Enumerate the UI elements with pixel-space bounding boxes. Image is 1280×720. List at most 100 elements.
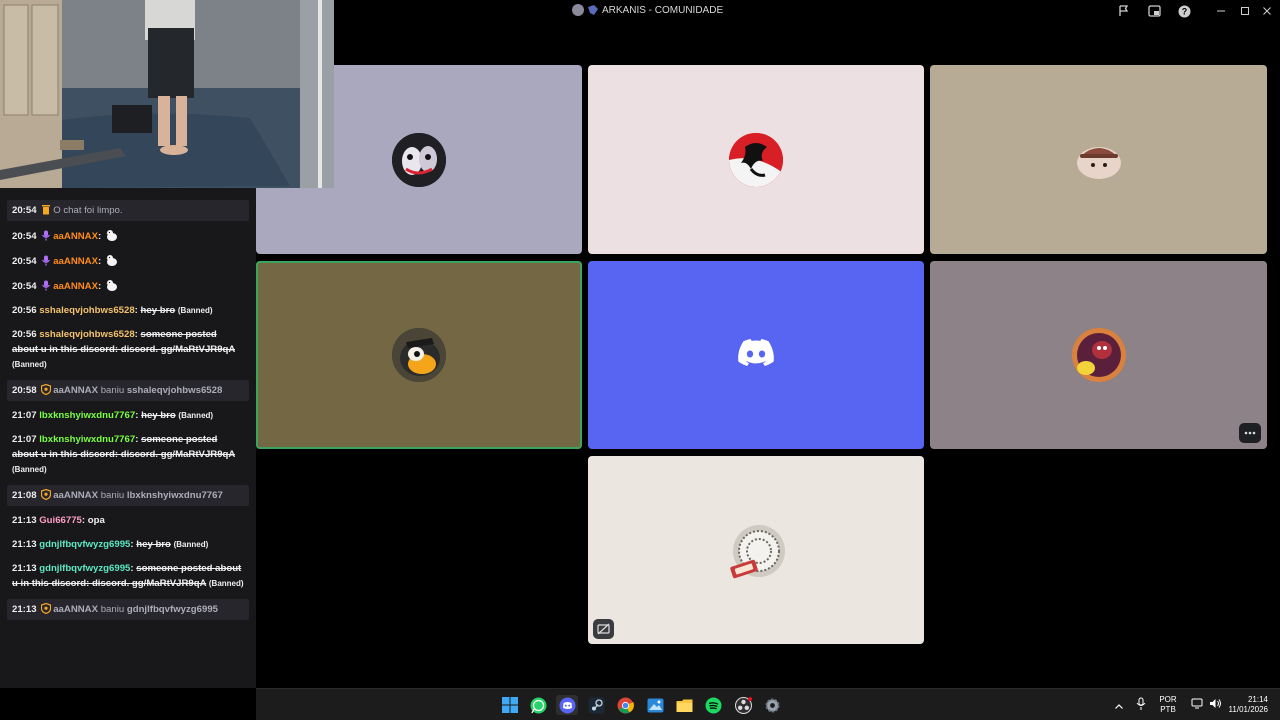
chat-timestamp: 20:54 (12, 256, 37, 267)
participant-avatar (1071, 328, 1126, 382)
chat-message-text: hey bro (140, 305, 176, 316)
chat-moderator[interactable]: aaANNAX (53, 604, 98, 615)
chat-username[interactable]: aaANNAX (53, 281, 98, 292)
start-button[interactable] (499, 695, 521, 715)
no-stream-button[interactable] (593, 619, 614, 639)
settings-icon (765, 698, 779, 712)
chat-deleted-message: 21:07 lbxknshyiwxdnu7767: hey bro (Banne… (12, 410, 214, 421)
taskbar: POR PTB 21:14 11/01/2026 (256, 688, 1280, 720)
chat-message: 20:54 aaANNAX: (7, 227, 249, 245)
minimize-button[interactable] (1208, 2, 1234, 20)
microphone-icon (1136, 697, 1146, 710)
chat-ban-verb: baniu (100, 385, 125, 396)
duck-emote-icon (106, 255, 117, 266)
chat-message: 20:54 aaANNAX: (7, 252, 249, 270)
tray-overflow-button[interactable] (1114, 699, 1124, 717)
discord-button[interactable] (556, 695, 578, 715)
whatsapp-icon (530, 697, 546, 713)
chat-ban-notice: 21:13 aaANNAX baniu gdnjlfbqvfwyzg6995 (7, 599, 249, 620)
participant-tile-7[interactable] (588, 456, 924, 644)
more-options-button[interactable] (1239, 423, 1261, 443)
language-bottom: PTB (1160, 705, 1176, 714)
spotify-button[interactable] (702, 695, 724, 715)
chat-message-text: : (98, 231, 102, 242)
chat-message: 20:54 aaANNAX: (7, 277, 249, 295)
chat-timestamp: 20:58 (12, 385, 37, 396)
chat-message-text: : (98, 256, 102, 267)
title-actions: ? (1116, 3, 1192, 19)
chat-timestamp: 20:56 (12, 329, 37, 340)
chat-message-text: hey bro (136, 539, 171, 550)
input-language-indicator[interactable]: POR PTB (1156, 695, 1180, 715)
microphone-tray-button[interactable] (1136, 697, 1146, 716)
participant-tile-6[interactable] (930, 261, 1267, 449)
chat-timestamp: 21:13 (12, 515, 37, 526)
webcam-feed (0, 0, 334, 188)
chat-timestamp: 21:13 (12, 604, 37, 615)
server-icon (572, 4, 584, 16)
photos-button[interactable] (644, 695, 666, 715)
chat-banned-user[interactable]: sshaleqvjohbws6528 (127, 385, 222, 396)
chat-deleted-message: 20:56 sshaleqvjohbws6528: someone posted… (12, 329, 235, 369)
whatsapp-button[interactable] (527, 695, 549, 715)
chat-deleted-message: 21:13 gdnjlfbqvfwyzg6995: someone posted… (12, 563, 244, 589)
participant-avatar (729, 523, 785, 579)
chat-username[interactable]: aaANNAX (53, 231, 98, 242)
quick-settings-button[interactable] (1191, 697, 1222, 710)
chat-message-text: hey bro (141, 410, 176, 421)
channel-icon (588, 5, 598, 15)
chat-username[interactable]: gdnjlfbqvfwyzg6995 (39, 563, 130, 574)
chat-timestamp: 21:08 (12, 490, 37, 501)
shield-icon (41, 384, 52, 395)
chat-username[interactable]: lbxknshyiwxdnu7767 (39, 410, 135, 421)
close-button[interactable] (1254, 2, 1280, 20)
chat-username[interactable]: sshaleqvjohbws6528 (39, 329, 134, 340)
chat-message-text: : (98, 281, 102, 292)
chat-banned-user[interactable]: lbxknshyiwxdnu7767 (127, 490, 223, 501)
start-icon (502, 697, 518, 713)
chat-timestamp: 21:13 (12, 539, 37, 550)
chat-banned-tag: (Banned) (178, 411, 214, 420)
chat-ban-verb: baniu (100, 604, 125, 615)
chat-username[interactable]: gdnjlfbqvfwyzg6995 (39, 539, 130, 550)
chat-banned-user[interactable]: gdnjlfbqvfwyzg6995 (127, 604, 218, 615)
chat-username[interactable]: lbxknshyiwxdnu7767 (39, 434, 135, 445)
participant-avatar (729, 132, 783, 187)
chat-moderator[interactable]: aaANNAX (53, 385, 98, 396)
popout-icon[interactable] (1146, 3, 1162, 19)
obs-button[interactable] (732, 695, 754, 715)
flag-icon[interactable] (1116, 3, 1132, 19)
obs-icon (734, 696, 752, 714)
chat-username[interactable]: Gui66775 (39, 515, 82, 526)
chat-ban-notice: 20:58 aaANNAX baniu sshaleqvjohbws6528 (7, 380, 249, 401)
chrome-icon (617, 697, 634, 713)
chat-system-message: 20:54 O chat foi limpo. (7, 200, 249, 221)
chat-username[interactable]: sshaleqvjohbws6528 (39, 305, 134, 316)
window-title: ARKANIS - COMUNIDADE (572, 4, 723, 16)
chat-timestamp: 20:54 (12, 205, 37, 216)
microphone-badge-icon (42, 255, 51, 266)
chat-panel: 20:54 O chat foi limpo. 20:54 aaANNAX: 20… (0, 188, 256, 688)
participant-avatar (392, 328, 446, 382)
chat-deleted-message: 21:13 gdnjlfbqvfwyzg6995: hey bro (Banne… (12, 539, 209, 550)
chat-message: 21:13 Gui66775: opa (7, 512, 249, 529)
chat-message-text: : opa (81, 515, 105, 526)
steam-button[interactable] (585, 695, 607, 715)
chrome-button[interactable] (614, 695, 636, 715)
settings-button[interactable] (761, 695, 783, 715)
spotify-icon (705, 697, 721, 713)
chat-username[interactable]: aaANNAX (53, 256, 98, 267)
chat-timestamp: 21:07 (12, 434, 37, 445)
chat-moderator[interactable]: aaANNAX (53, 490, 98, 501)
file-explorer-button[interactable] (673, 695, 695, 715)
participant-tile-3[interactable] (930, 65, 1267, 254)
participant-tile-2[interactable] (588, 65, 924, 254)
help-icon[interactable]: ? (1176, 3, 1192, 19)
screen: ARKANIS - COMUNIDADE ? 20:54 O chat foi … (0, 0, 1280, 720)
system-clock[interactable]: 21:14 11/01/2026 (1222, 695, 1268, 715)
file-explorer-icon (676, 699, 692, 712)
trash-icon (42, 205, 51, 215)
participant-tile-5[interactable] (588, 261, 924, 449)
participant-tile-4[interactable] (256, 261, 582, 449)
participant-avatar (1071, 132, 1126, 187)
